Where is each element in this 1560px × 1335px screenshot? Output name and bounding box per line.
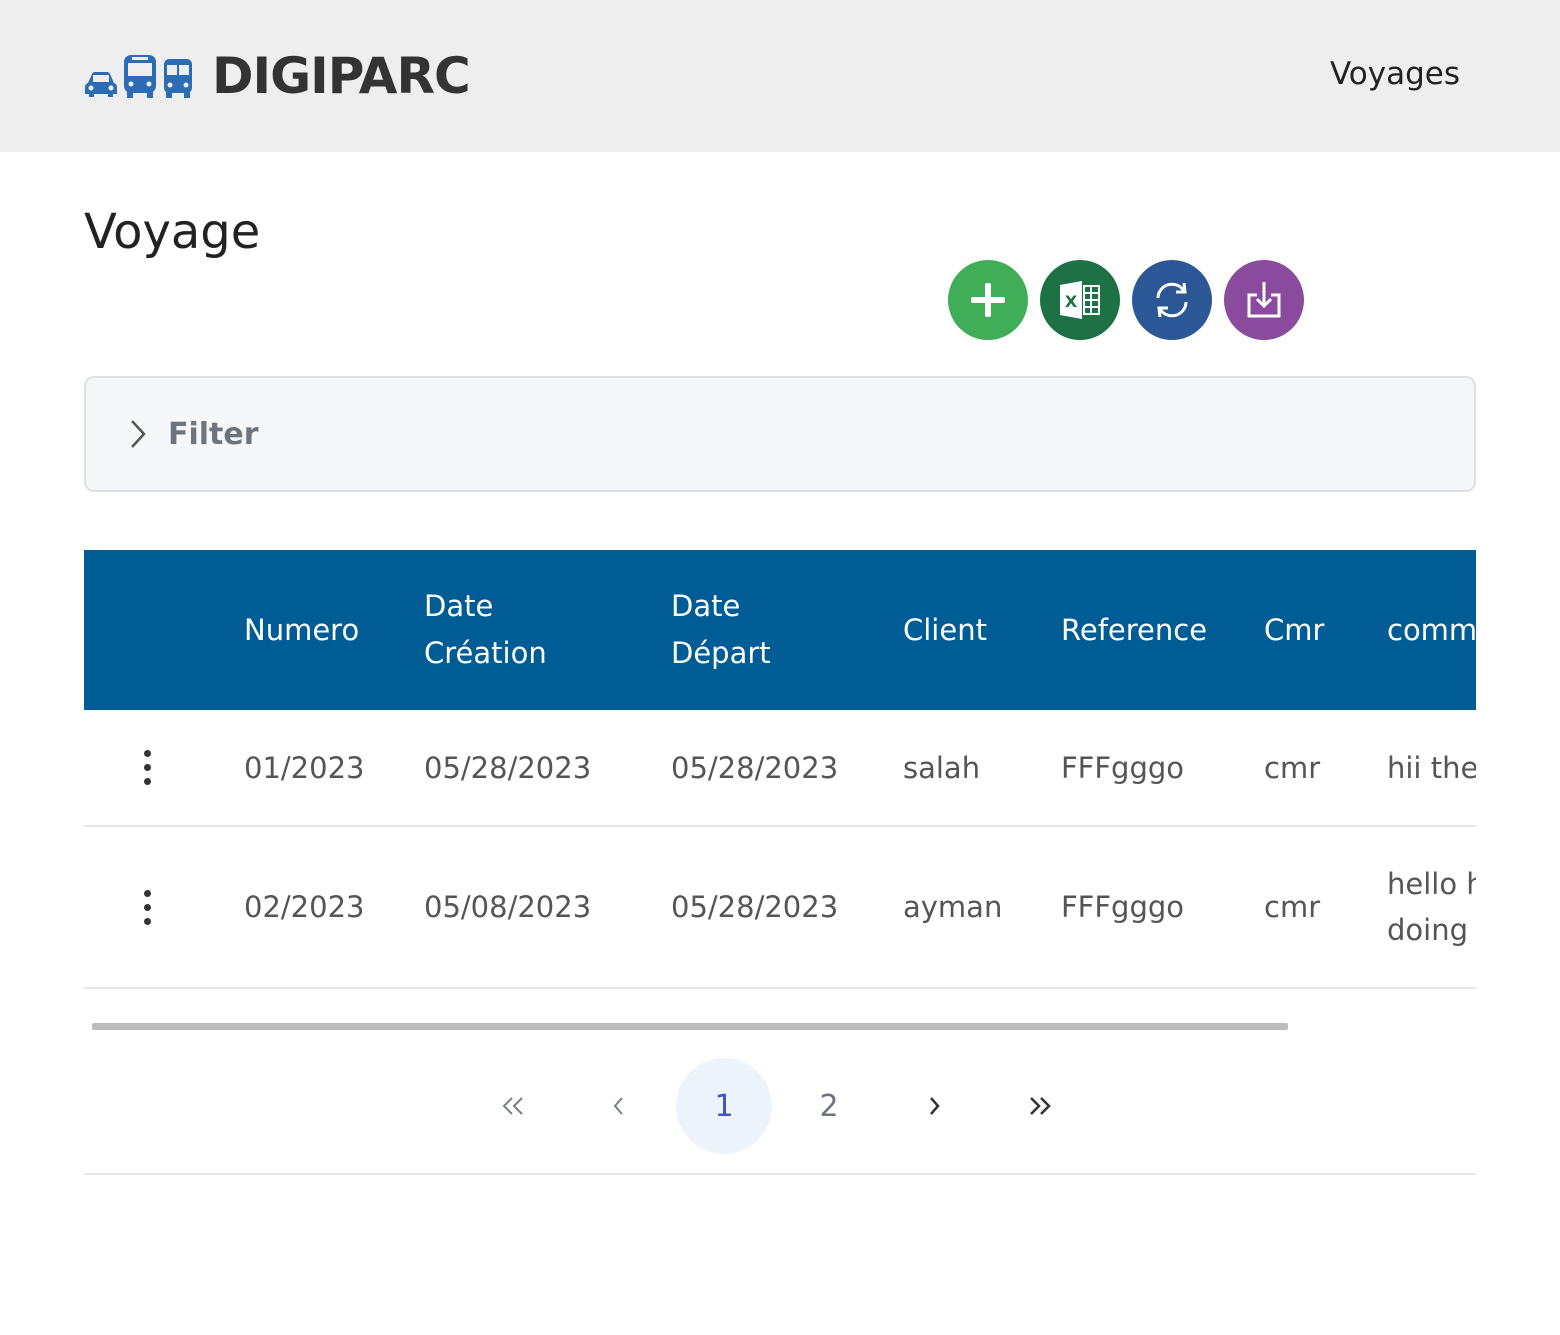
cell-numero: 01/2023 <box>244 750 365 785</box>
cell-comment-line-1: hii the <box>1387 750 1476 785</box>
export-excel-button[interactable]: X <box>1040 260 1120 340</box>
column-date-creation-label-1: Date <box>424 589 494 623</box>
pagination: 1 2 <box>466 1058 1096 1154</box>
column-reference-label: Reference <box>1061 612 1208 647</box>
horizontal-scrollbar[interactable] <box>92 1023 1288 1030</box>
table-row: 01/2023 05/28/2023 05/28/2023 salah FFFg… <box>84 710 1476 826</box>
excel-icon: X <box>1060 281 1100 319</box>
brand-logo[interactable]: DIGIPARC <box>84 46 471 106</box>
column-cmr-label: Cmr <box>1264 612 1325 647</box>
brand-name: DIGIPARC <box>212 47 471 105</box>
voyages-table-container[interactable]: Numero Date Création Date Départ Client Re… <box>84 550 1476 990</box>
cell-client: salah <box>903 750 981 785</box>
action-buttons: X <box>948 260 1304 340</box>
chevron-right-icon <box>131 420 146 448</box>
bus-icon <box>124 55 156 98</box>
cell-reference: FFFgggo <box>1061 890 1185 924</box>
page-title: Voyage <box>84 204 261 260</box>
divider <box>84 1173 1476 1175</box>
column-comment-label: comm <box>1387 612 1476 647</box>
cell-client: ayman <box>903 890 1003 924</box>
vehicles-icon <box>84 53 194 99</box>
column-client[interactable]: Client <box>903 550 1061 710</box>
column-date-depart-label-1: Date <box>671 589 741 623</box>
column-date-depart[interactable]: Date Départ <box>671 550 903 710</box>
next-page-button[interactable] <box>886 1058 982 1154</box>
nav-voyages-link[interactable]: Voyages <box>1330 56 1460 92</box>
table-header-row: Numero Date Création Date Départ Client Re… <box>84 550 1476 710</box>
column-numero-label: Numero <box>244 612 360 647</box>
column-numero[interactable]: Numero <box>244 550 424 710</box>
cell-numero: 02/2023 <box>244 890 365 924</box>
double-chevron-right-icon <box>1030 1097 1051 1115</box>
tram-icon <box>164 59 192 98</box>
cell-comment: hii the <box>1387 710 1476 826</box>
cell-comment-line-2: doing <box>1387 913 1468 947</box>
prev-page-button[interactable] <box>571 1058 667 1154</box>
chevron-left-icon <box>613 1097 623 1115</box>
last-page-button[interactable] <box>991 1058 1087 1154</box>
page-1-button[interactable]: 1 <box>676 1058 772 1154</box>
cell-cmr: cmr <box>1264 750 1321 785</box>
cell-date-creation: 05/28/2023 <box>424 750 592 785</box>
cell-comment-line-1: hello h <box>1387 867 1476 901</box>
cell-comment: hello h doing <box>1387 826 1476 988</box>
filter-label: Filter <box>168 416 259 452</box>
cell-cmr: cmr <box>1264 890 1321 924</box>
column-client-label: Client <box>903 612 987 647</box>
voyages-table: Numero Date Création Date Départ Client Re… <box>84 550 1476 989</box>
cell-date-depart: 05/28/2023 <box>671 750 839 785</box>
svg-text:X: X <box>1065 292 1078 311</box>
plus-icon <box>971 283 1005 317</box>
car-icon <box>85 72 117 97</box>
cell-date-creation: 05/08/2023 <box>424 890 592 924</box>
row-menu-icon[interactable] <box>142 889 152 925</box>
column-actions <box>84 550 244 710</box>
refresh-button[interactable] <box>1132 260 1212 340</box>
column-date-creation-label-2: Création <box>424 636 547 670</box>
cell-date-depart: 05/28/2023 <box>671 890 839 924</box>
column-comment[interactable]: comm <box>1387 550 1476 710</box>
column-reference[interactable]: Reference <box>1061 550 1264 710</box>
page-2-button[interactable]: 2 <box>781 1058 877 1154</box>
filter-panel[interactable]: Filter <box>84 376 1476 492</box>
chevron-right-icon <box>930 1097 940 1115</box>
first-page-button[interactable] <box>466 1058 562 1154</box>
column-date-creation[interactable]: Date Création <box>424 550 671 710</box>
import-button[interactable] <box>1224 260 1304 340</box>
refresh-icon <box>1156 282 1188 318</box>
add-button[interactable] <box>948 260 1028 340</box>
double-chevron-left-icon <box>502 1097 523 1115</box>
column-cmr[interactable]: Cmr <box>1264 550 1387 710</box>
download-icon <box>1247 282 1281 318</box>
cell-reference: FFFgggo <box>1061 750 1185 785</box>
table-row: 02/2023 05/08/2023 05/28/2023 ayman FFFg… <box>84 826 1476 988</box>
row-menu-icon[interactable] <box>142 750 152 785</box>
top-navbar: DIGIPARC Voyages <box>0 0 1560 152</box>
column-date-depart-label-2: Départ <box>671 636 771 670</box>
